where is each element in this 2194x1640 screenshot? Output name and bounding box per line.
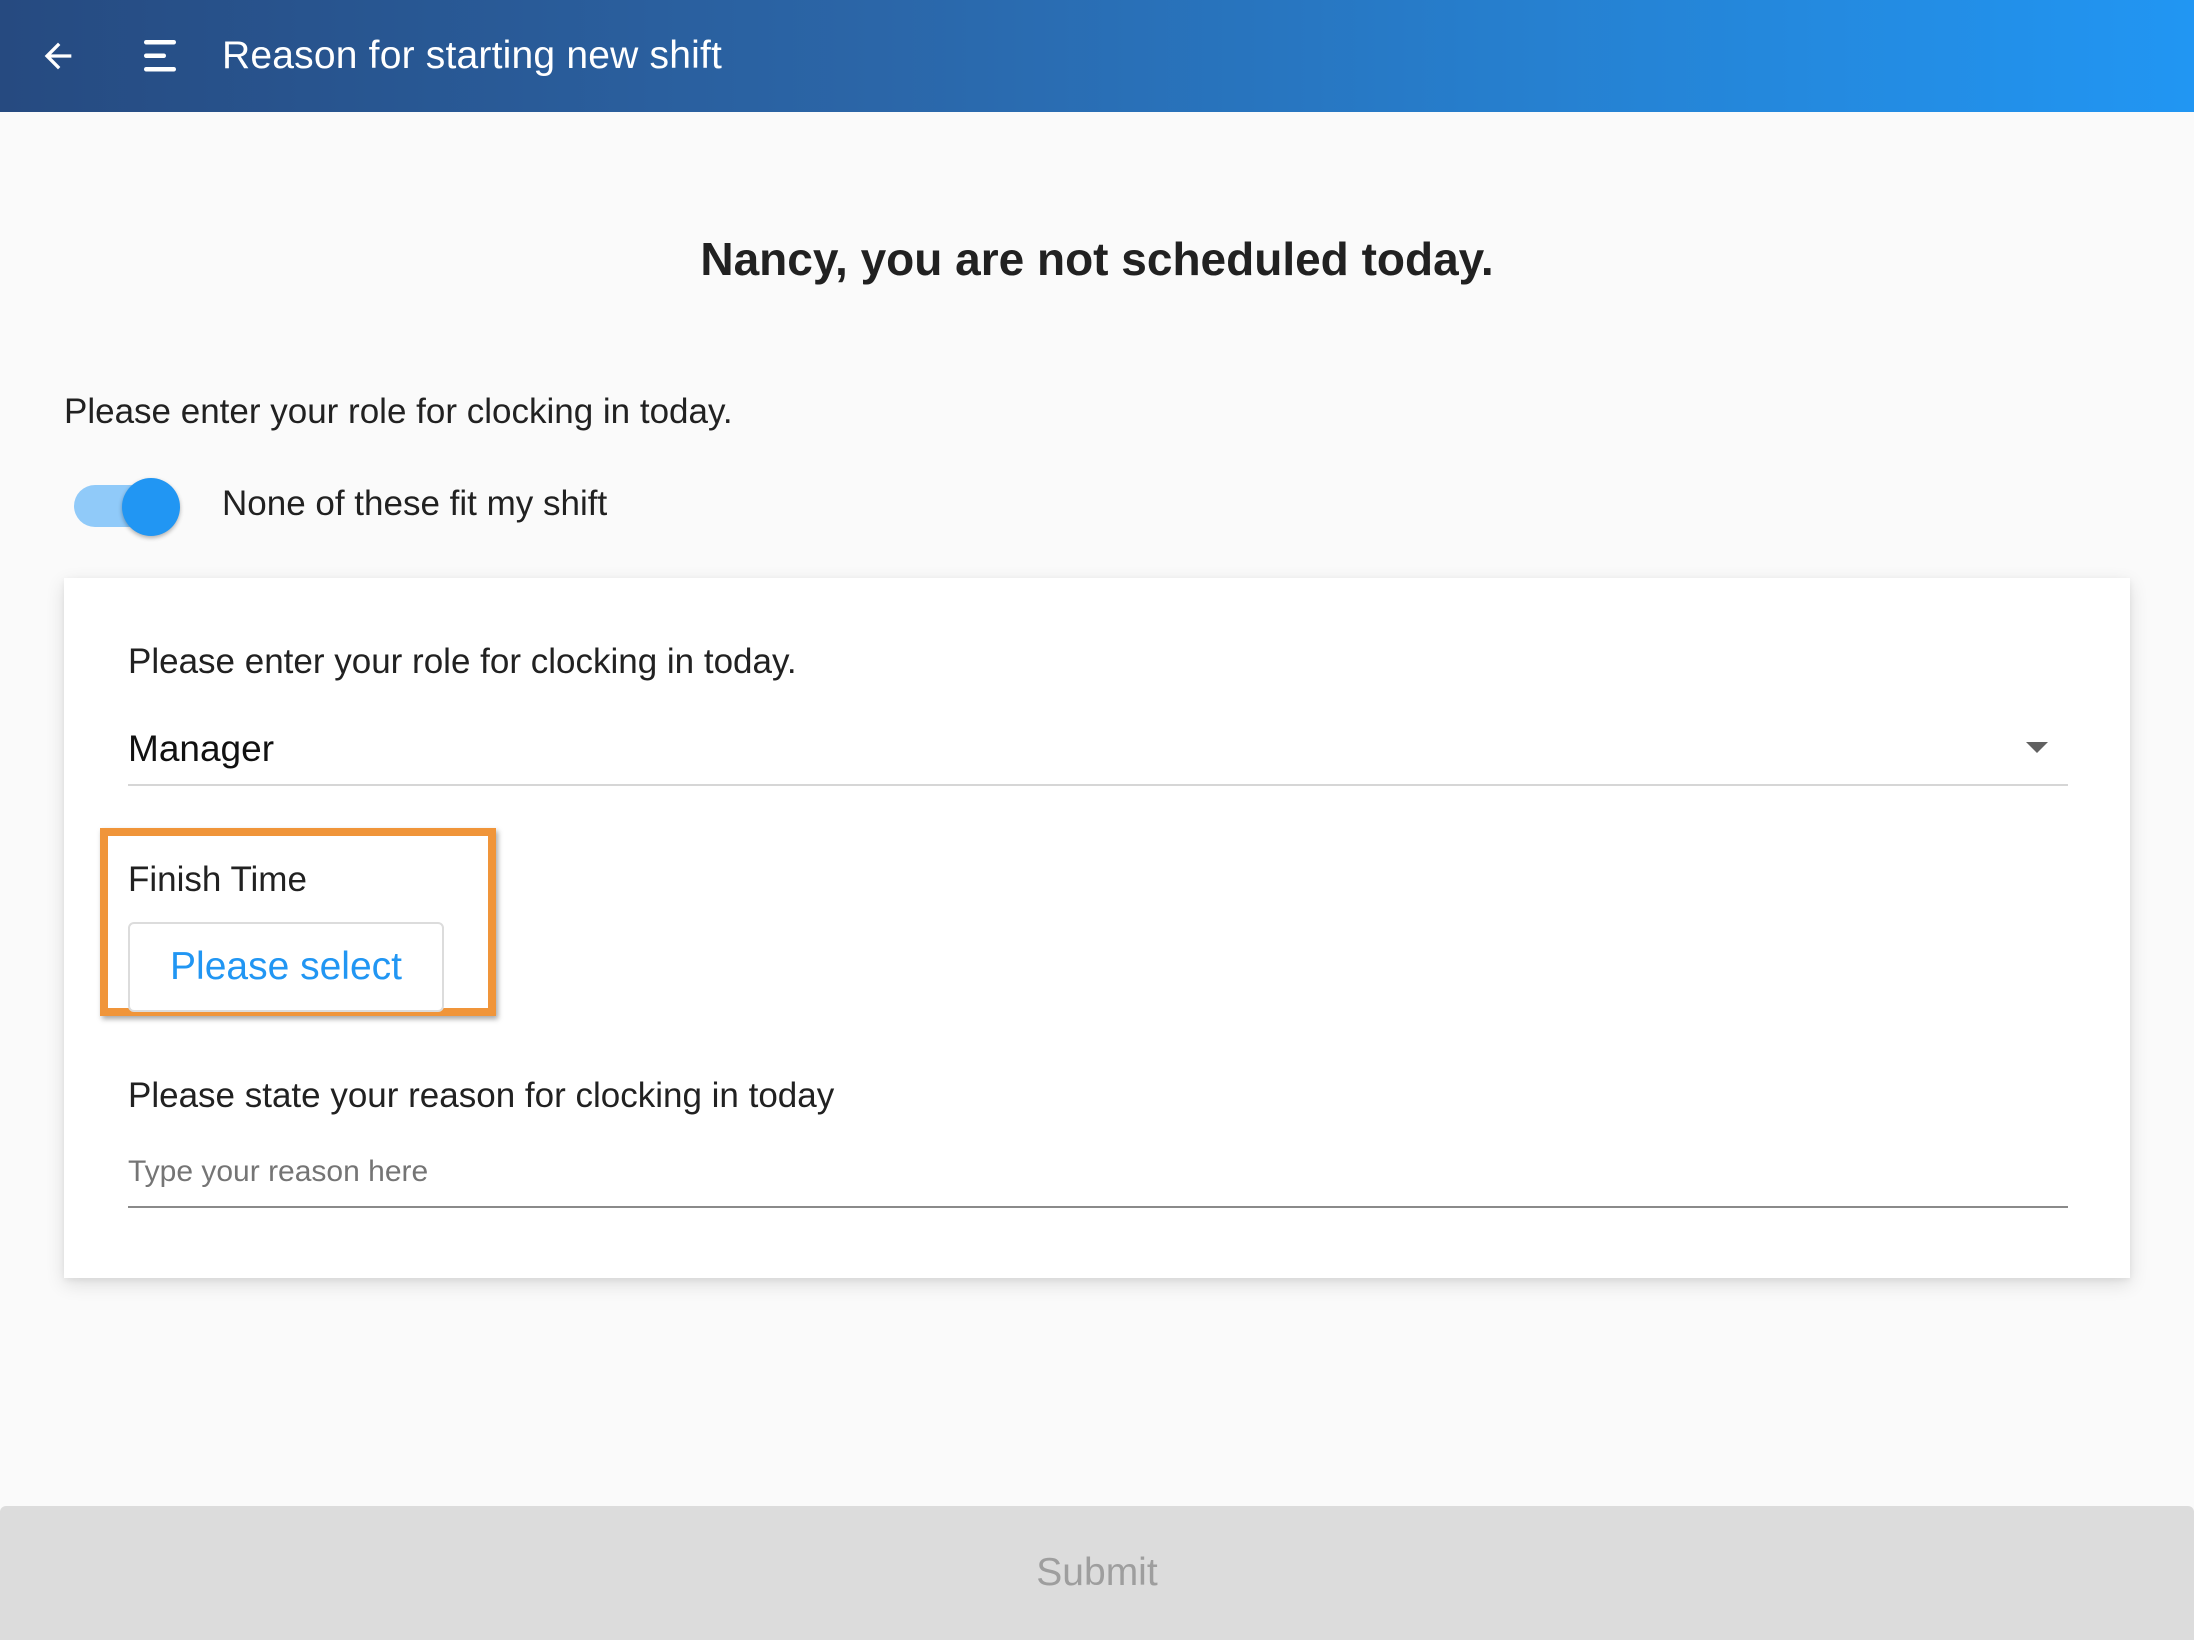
toggle-thumb [122,478,180,536]
role-prompt: Please enter your role for clocking in t… [64,392,733,431]
shift-details-card: Please enter your role for clocking in t… [64,578,2130,1278]
finish-time-select-button[interactable]: Please select [128,922,444,1012]
not-scheduled-heading: Nancy, you are not scheduled today. [700,233,1494,285]
role-select-value: Manager [128,728,275,769]
submit-button[interactable]: Submit [0,1506,2194,1640]
reason-label: Please state your reason for clocking in… [128,1076,835,1115]
app-bar: Reason for starting new shift [0,0,2194,112]
menu-button[interactable] [132,28,188,84]
caret-down-icon [2026,742,2048,753]
role-select[interactable]: Manager [128,718,2068,786]
back-button[interactable] [30,28,86,84]
page-title: Reason for starting new shift [222,34,723,77]
card-role-prompt: Please enter your role for clocking in t… [128,642,797,681]
toggle-label: None of these fit my shift [222,484,608,523]
reason-input[interactable] [128,1138,2068,1208]
arrow-left-icon [44,42,72,70]
menu-icon [144,40,176,72]
none-fit-toggle[interactable] [72,478,184,536]
finish-time-label: Finish Time [128,860,307,899]
